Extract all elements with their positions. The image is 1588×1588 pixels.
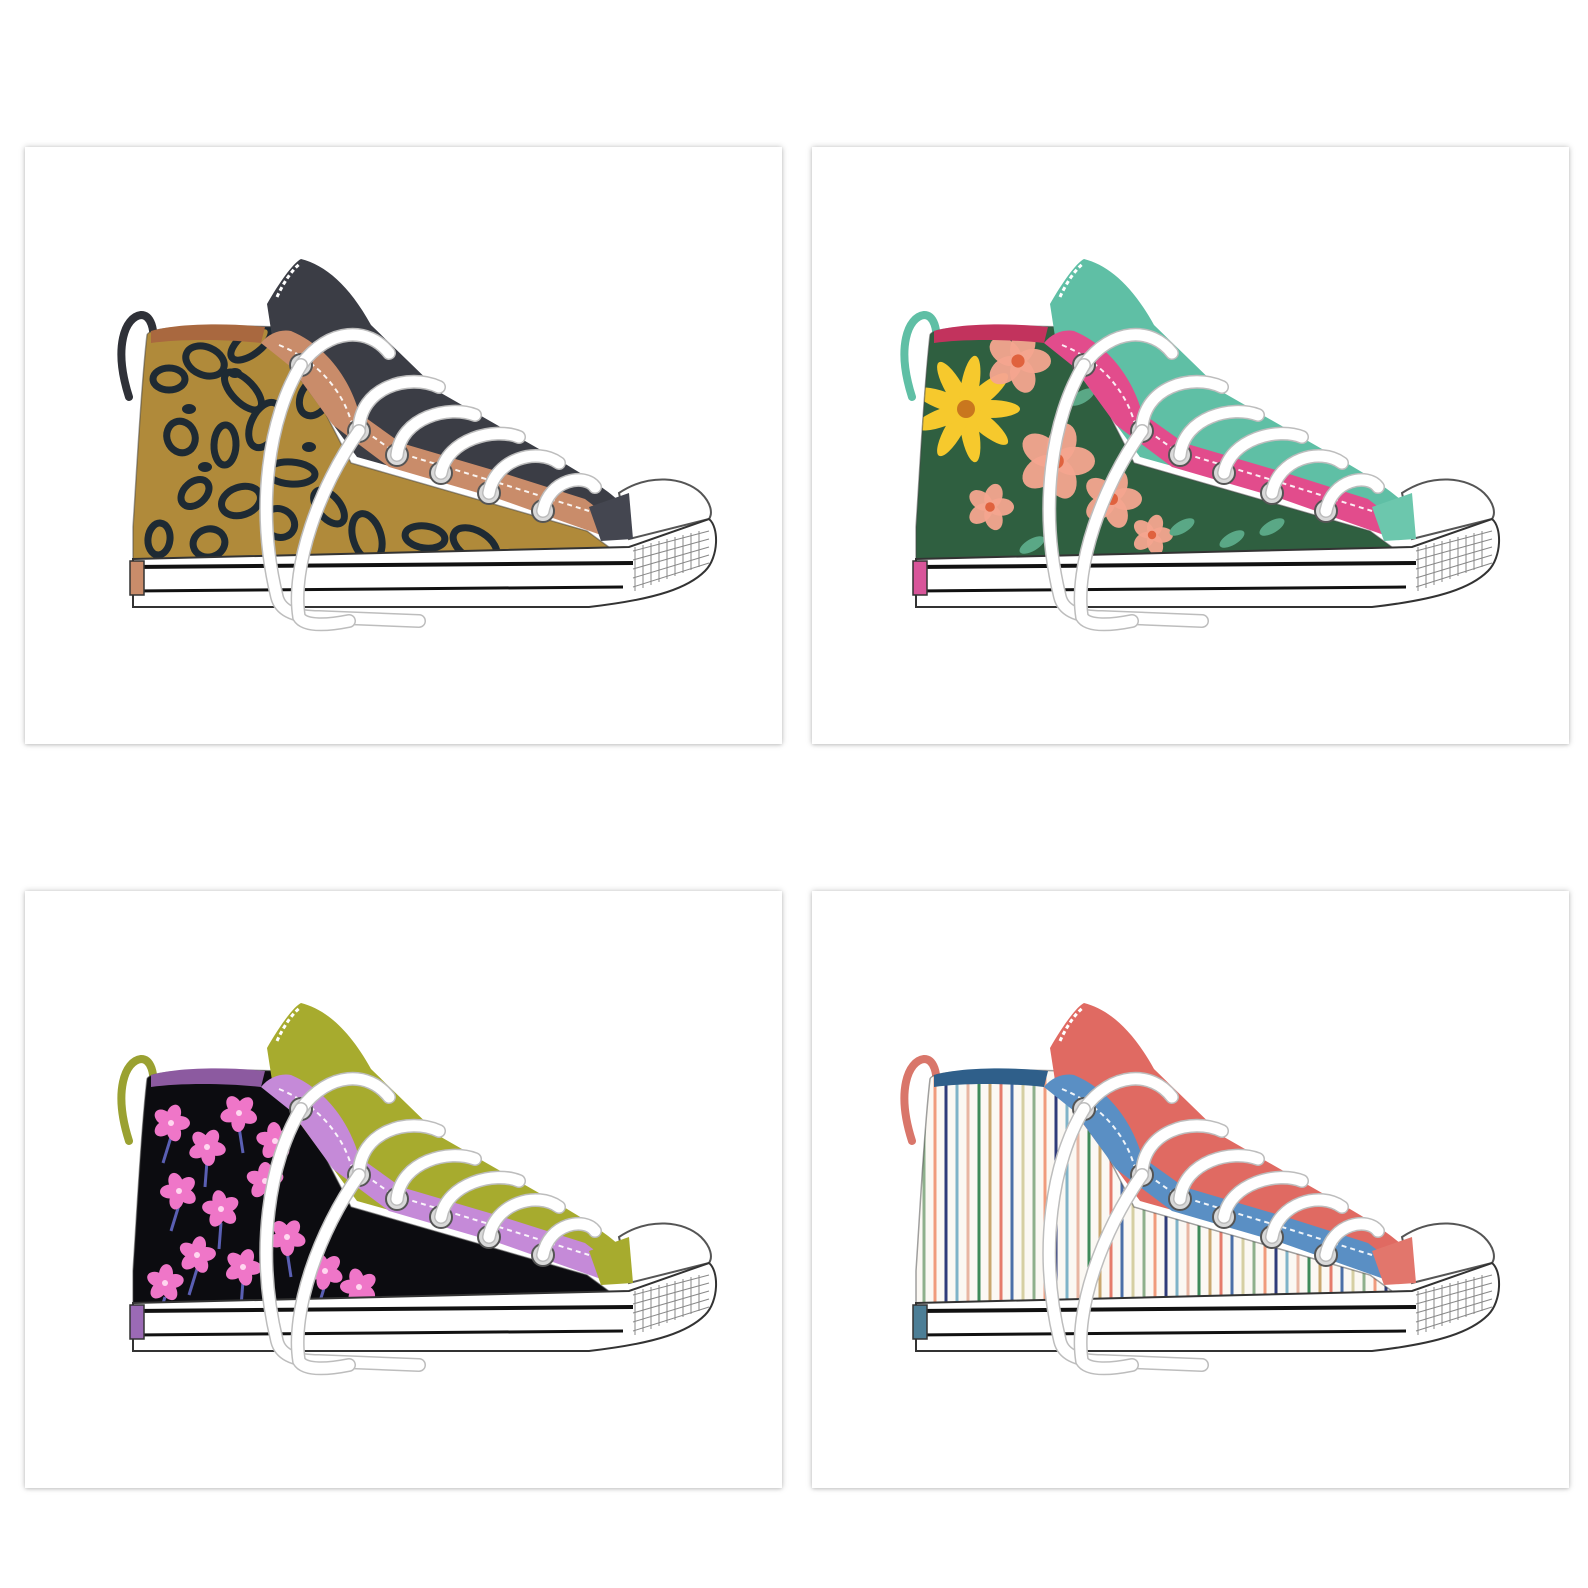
blossom-center [218, 1206, 224, 1212]
leopard-dot [198, 462, 212, 472]
heel-tag [912, 1304, 928, 1340]
sneaker-illustration-pink-blossom [117, 1003, 717, 1376]
daisy-center [957, 400, 975, 418]
leopard-dot [302, 442, 316, 452]
heel-tag [129, 560, 145, 596]
blossom-center [356, 1284, 362, 1290]
blossom-center [322, 1268, 328, 1274]
sneaker [900, 259, 1500, 632]
heel-tag [129, 1304, 145, 1340]
flower-center [1147, 530, 1157, 540]
sneaker-illustration-stripes [900, 1003, 1500, 1376]
leopard-dot [182, 404, 196, 414]
print-card-green-floral [812, 147, 1569, 744]
sneaker-illustration-green-floral [900, 259, 1500, 632]
blossom-stem [217, 1222, 223, 1250]
sneaker [117, 1003, 717, 1376]
flower-center [1011, 354, 1025, 368]
blossom-center [194, 1252, 200, 1258]
blossom-center [284, 1234, 290, 1240]
print-card-leopard [25, 147, 782, 744]
sneaker [900, 1003, 1500, 1376]
blossom-center [168, 1120, 174, 1126]
sneaker-illustration-leopard [117, 259, 717, 632]
blossom-center [162, 1280, 168, 1286]
blossom-center [204, 1144, 210, 1150]
heel-tag [912, 560, 928, 596]
flower-center [985, 502, 995, 512]
blossom-center [236, 1110, 242, 1116]
blossom-center [176, 1188, 182, 1194]
sneaker [117, 259, 717, 632]
leopard-dot [228, 368, 242, 378]
blossom-center [240, 1264, 246, 1270]
print-card-stripes [812, 891, 1569, 1488]
print-card-pink-blossom [25, 891, 782, 1488]
